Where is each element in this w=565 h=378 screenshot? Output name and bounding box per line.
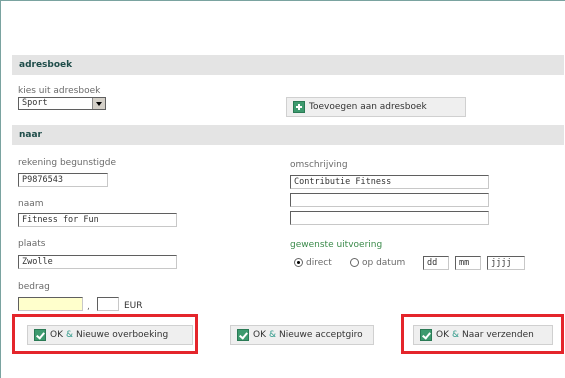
plaats-input[interactable]: Zwolle	[18, 255, 177, 269]
uitvoering-label: gewenste uitvoering	[290, 240, 383, 250]
naam-label: naam	[18, 199, 44, 209]
chevron-down-icon[interactable]	[92, 98, 105, 109]
adresboek-select[interactable]: Sport	[18, 97, 106, 110]
naam-input[interactable]: Fitness for Fun	[18, 213, 177, 227]
date-day-input[interactable]: dd	[423, 256, 449, 270]
adresboek-title: adresboek	[19, 60, 73, 70]
date-month-input[interactable]: mm	[455, 256, 481, 270]
ok-label: OK	[253, 330, 266, 340]
adresboek-select-value: Sport	[22, 98, 48, 108]
highlight-box-verzenden	[401, 314, 564, 354]
plus-icon	[293, 101, 305, 113]
omschrijving-label: omschrijving	[290, 160, 348, 170]
bedrag-comma: ,	[87, 302, 90, 312]
radio-direct-label: direct	[306, 258, 332, 268]
naar-title: naar	[19, 130, 42, 140]
radio-direct[interactable]	[294, 258, 303, 267]
omschrijving-line-2[interactable]	[290, 193, 489, 207]
adresboek-header: adresboek	[12, 55, 564, 75]
add-to-addressbook-label: Toevoegen aan adresboek	[309, 102, 427, 112]
plaats-label: plaats	[18, 239, 46, 249]
radio-op-datum-label: op datum	[362, 258, 406, 268]
bedrag-cents-input[interactable]	[97, 297, 119, 311]
nieuwe-acceptgiro-label: Nieuwe acceptgiro	[279, 330, 363, 340]
bedrag-input[interactable]	[18, 297, 83, 311]
bedrag-label: bedrag	[18, 282, 50, 292]
adresboek-select-label: kies uit adresboek	[18, 86, 101, 96]
ok-nieuwe-acceptgiro-button[interactable]: OK & Nieuwe acceptgiro	[230, 325, 374, 345]
rekening-input[interactable]: P9876543	[18, 173, 108, 187]
radio-op-datum[interactable]	[350, 258, 359, 267]
omschrijving-line-3[interactable]	[290, 211, 489, 225]
highlight-box-overboeking	[12, 314, 198, 354]
naar-header: naar	[12, 125, 564, 145]
ampersand: &	[269, 330, 277, 340]
currency-label: EUR	[124, 301, 143, 311]
checkmark-icon	[237, 329, 249, 341]
omschrijving-line-1[interactable]: Contributie Fitness	[290, 175, 489, 189]
add-to-addressbook-button[interactable]: Toevoegen aan adresboek	[286, 97, 466, 117]
rekening-label: rekening begunstigde	[18, 158, 117, 168]
date-year-input[interactable]: jjjj	[487, 256, 525, 270]
